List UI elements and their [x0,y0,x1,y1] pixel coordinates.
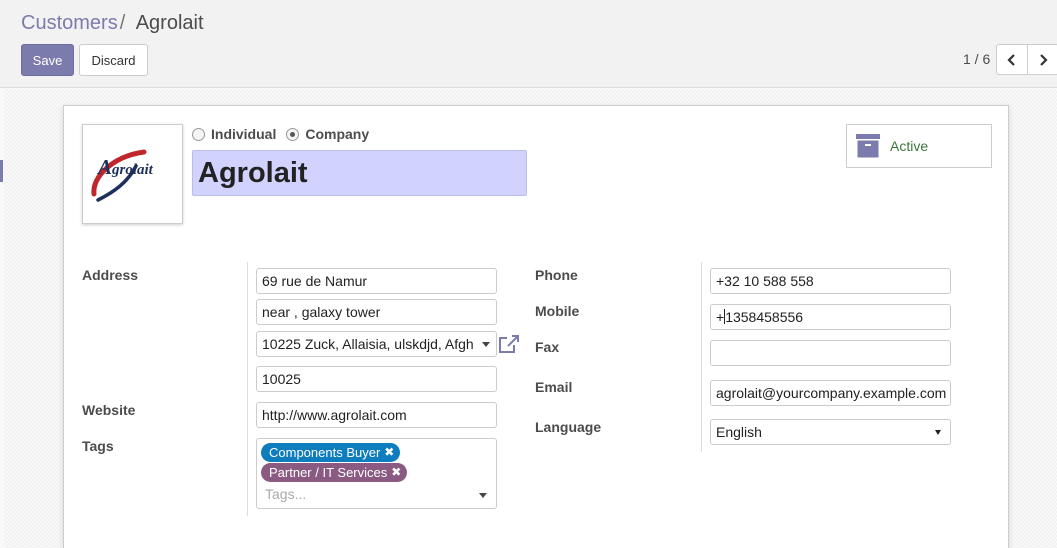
street-input[interactable]: 69 rue de Namur [256,268,497,294]
zip-input[interactable]: 10025 [256,366,497,392]
tags-field[interactable]: Components Buyer ✖ Partner / IT Services… [256,438,497,509]
chevron-down-icon [935,430,941,435]
tag-remove-icon[interactable]: ✖ [391,463,401,482]
fax-label: Fax [535,339,560,355]
chevron-down-icon[interactable] [479,493,487,498]
street2-input[interactable]: near , galaxy tower [256,299,497,325]
pager-previous-button[interactable] [996,44,1028,75]
breadcrumb: Customers / Agrolait [21,12,204,35]
chevron-down-icon [482,342,490,347]
column-separator-left [247,262,248,516]
tag-label: Components Buyer [269,445,381,460]
radio-company-circle[interactable] [286,127,300,141]
email-label: Email [535,379,573,395]
tag-components-buyer: Components Buyer ✖ [261,443,401,462]
mobile-value-prefix: + [716,309,725,325]
breadcrumb-customers-link[interactable]: Customers [21,12,118,34]
svg-text:A: A [96,155,112,179]
tag-remove-icon[interactable]: ✖ [384,443,394,462]
city-zip-select[interactable]: 10225 Zuck, Allaisia, ulskdjd, Afgh [256,331,497,357]
address-label: Address [82,267,139,283]
website-label: Website [82,402,136,418]
breadcrumb-separator: / [119,12,126,34]
tag-label: Partner / IT Services [269,465,388,480]
fax-input[interactable] [710,340,951,366]
save-button[interactable]: Save [21,44,74,76]
radio-company[interactable]: Company [286,126,369,142]
phone-label: Phone [535,267,578,283]
email-input[interactable]: agrolait@yourcompany.example.com [710,380,951,406]
language-value: English [716,424,762,440]
company-type-radio-group: Individual Company [192,126,379,142]
website-input[interactable]: http://www.agrolait.com [256,402,497,428]
pager-value[interactable]: 1 / 6 [963,51,990,67]
active-label: Active [890,138,929,154]
language-select[interactable]: English [710,419,951,445]
city-zip-value: 10225 Zuck, Allaisia, ulskdjd, Afgh [262,336,474,352]
archive-icon [856,134,880,158]
radio-individual[interactable]: Individual [192,126,276,142]
discard-button[interactable]: Discard [79,44,148,76]
phone-input[interactable]: +32 10 588 558 [710,268,951,294]
chevron-left-icon [1007,53,1015,66]
column-separator-right [701,262,702,452]
active-toggle-button[interactable]: Active [846,124,992,168]
breadcrumb-current: Agrolait [135,12,204,34]
external-link-icon[interactable] [498,334,520,354]
left-edge-marker [0,160,3,182]
mobile-value: 1358458556 [725,309,804,325]
pager-next-button[interactable] [1027,44,1057,75]
radio-individual-label: Individual [211,126,277,142]
tags-input-placeholder[interactable]: Tags... [265,486,306,502]
partner-image[interactable]: A grolait [82,124,183,224]
partner-name-input[interactable]: Agrolait [192,150,527,196]
form-sheet: A grolait Individual Company Agrolait Ac… [63,105,1009,548]
svg-text:grolait: grolait [111,162,154,178]
mobile-input[interactable]: +1358458556 [710,304,951,330]
tag-partner-it-services: Partner / IT Services ✖ [261,463,408,482]
radio-company-label: Company [305,126,370,142]
agrolait-logo: A grolait [90,149,154,202]
language-label: Language [535,419,602,435]
chevron-right-icon [1040,53,1048,66]
control-panel: Customers / Agrolait Save Discard 1 / 6 [0,0,1057,88]
tags-label: Tags [82,438,114,454]
radio-individual-circle[interactable] [192,127,205,141]
mobile-label: Mobile [535,303,580,319]
